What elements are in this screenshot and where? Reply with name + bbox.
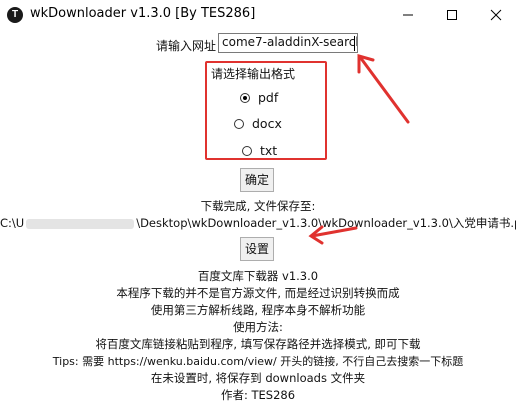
minimize-button[interactable] xyxy=(388,0,428,30)
arrow-to-url-input xyxy=(357,54,410,124)
title-bar: wkDownloader v1.3.0 [By TES286] xyxy=(0,0,516,30)
info-line: 百度文库下载器 v1.3.0 xyxy=(197,269,319,283)
info-line: 使用第三方解析线路, 程序本身不解析功能 xyxy=(150,303,366,317)
window-title: wkDownloader v1.3.0 [By TES286] xyxy=(30,6,256,21)
annotation-highlight-box xyxy=(205,61,327,160)
save-path-prefix: C:\U xyxy=(0,216,25,230)
close-icon xyxy=(490,9,502,21)
minimize-icon xyxy=(403,14,413,16)
close-button[interactable] xyxy=(476,0,516,30)
info-line: 作者: TES286 xyxy=(220,388,296,402)
url-input[interactable]: come7-aladdinX-search xyxy=(218,33,358,53)
info-line: 本程序下载的并不是官方源文件, 而是经过识别转换而成 xyxy=(116,286,400,300)
info-line: 在未设置时, 将保存到 downloads 文件夹 xyxy=(150,371,366,385)
app-icon xyxy=(7,7,23,23)
status-message: 下载完成, 文件保存至: xyxy=(200,199,316,213)
maximize-icon xyxy=(447,10,457,20)
settings-button[interactable]: 设置 xyxy=(240,237,274,261)
info-line: 使用方法: xyxy=(233,320,283,334)
redacted-username xyxy=(26,218,135,229)
ok-button[interactable]: 确定 xyxy=(240,168,274,192)
maximize-button[interactable] xyxy=(432,0,472,30)
text-caret xyxy=(354,36,355,51)
save-path-suffix: \Desktop\wkDownloader_v1.3.0\wkDownloade… xyxy=(136,216,516,230)
url-label: 请输入网址 xyxy=(156,39,217,53)
save-path: C:\U \Desktop\wkDownloader_v1.3.0\wkDownl… xyxy=(0,215,516,231)
info-line: Tips: 需要 https://wenku.baidu.com/view/ 开… xyxy=(52,355,464,368)
info-line: 将百度文库链接粘贴到程序, 填写保存路径并选择模式, 即可下载 xyxy=(95,337,421,351)
